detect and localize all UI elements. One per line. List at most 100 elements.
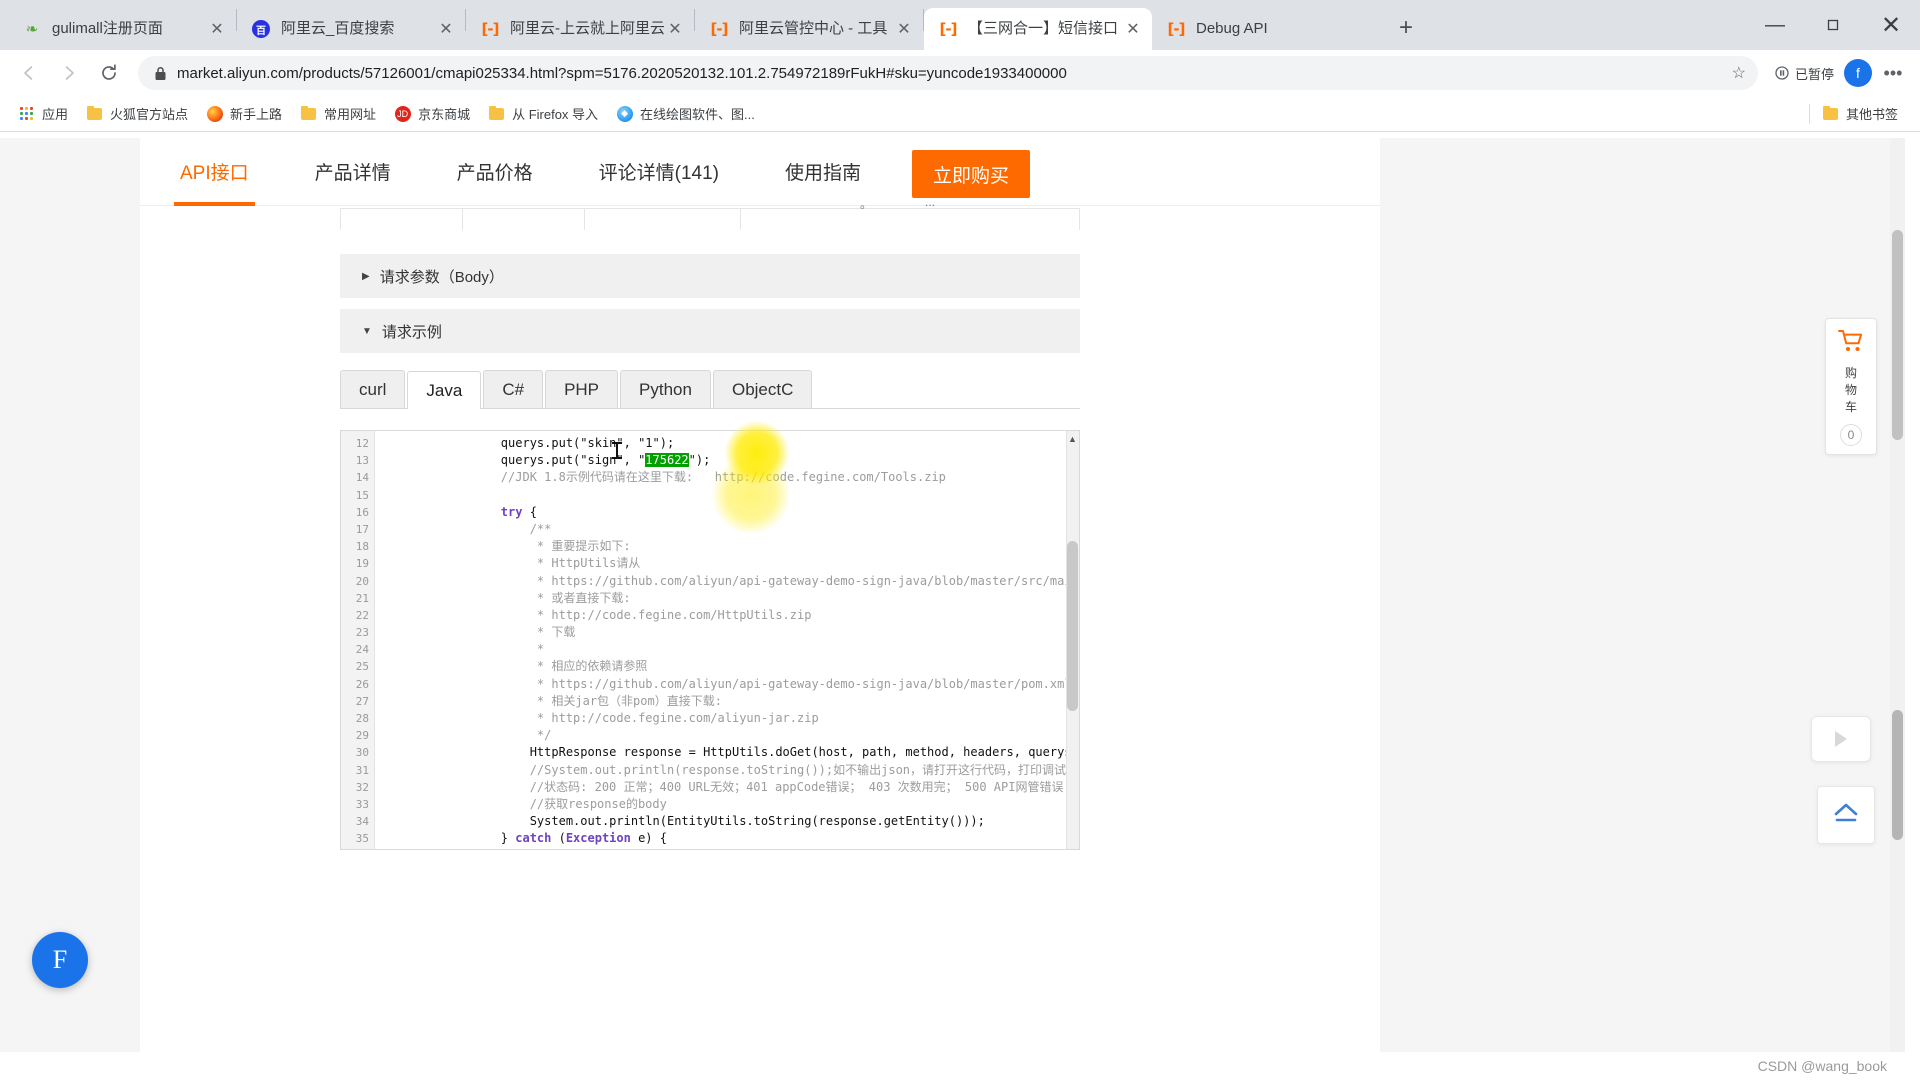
code-line-number: 24 xyxy=(355,643,369,657)
browser-window: ❧ gulimall注册页面 ✕ 百 阿里云_百度搜索 ✕ [-] 阿里云-上云… xyxy=(0,0,1920,1080)
page-viewport: API接口 产品详情 产品价格 评论详情(141) 使用指南 立即购买 。 ..… xyxy=(0,138,1920,1080)
code-scrollbar-thumb[interactable] xyxy=(1067,541,1078,711)
tab-close-icon[interactable]: ✕ xyxy=(1122,18,1144,40)
tab-title: 阿里云_百度搜索 xyxy=(281,20,395,37)
nav-tab-product-detail[interactable]: 产品详情 xyxy=(315,138,391,206)
bookmark-label: 应用 xyxy=(42,107,69,122)
lang-tab-objectc[interactable]: ObjectC xyxy=(712,370,813,408)
bookmarks-divider xyxy=(1808,103,1810,124)
window-controls: — ✕ xyxy=(1746,0,1920,50)
nav-tab-product-price[interactable]: 产品价格 xyxy=(457,138,533,206)
tab-close-icon[interactable]: ✕ xyxy=(206,18,228,40)
lang-tab-python[interactable]: Python xyxy=(620,370,711,408)
bookmark-online-drawing[interactable]: ◆ 在线绘图软件、图... xyxy=(608,101,763,127)
aliyun-icon: [-] xyxy=(481,20,500,38)
code-line: * 或者直接下载: xyxy=(443,590,631,605)
minimize-button[interactable]: — xyxy=(1746,0,1804,50)
page-scrollbar-thumb[interactable] xyxy=(1892,230,1903,440)
code-line: querys.put("sign", "175622"); xyxy=(443,453,711,468)
lang-tab-php[interactable]: PHP xyxy=(545,370,619,408)
browser-tab-4[interactable]: [-] 阿里云管控中心 - 工具 ✕ xyxy=(695,8,923,50)
bookmark-import-from-firefox[interactable]: 从 Firefox 导入 xyxy=(480,101,606,127)
code-line: HttpResponse response = HttpUtils.doGet(… xyxy=(443,745,1079,760)
bookmark-getting-started[interactable]: 新手上路 xyxy=(198,101,290,127)
address-bar[interactable]: market.aliyun.com/products/57126001/cmap… xyxy=(138,56,1758,90)
code-line: querys.put("skin", "1"); xyxy=(443,436,675,450)
page-scrollbar[interactable] xyxy=(1890,138,1905,1080)
code-scroll-up-icon[interactable]: ▲ xyxy=(1067,433,1078,445)
browser-tab-1[interactable]: ❧ gulimall注册页面 ✕ xyxy=(8,8,236,50)
code-line-number: 13 xyxy=(355,454,369,468)
code-line-number: 22 xyxy=(355,608,369,622)
code-scrollbar[interactable]: ▲ xyxy=(1066,431,1079,849)
buy-now-button[interactable]: 立即购买 xyxy=(912,150,1030,198)
reload-icon[interactable] xyxy=(92,56,126,90)
code-line: * 相关jar包（非pom）直接下载: xyxy=(443,693,722,708)
maximize-button[interactable] xyxy=(1804,0,1862,50)
bookmark-label: 其他书签 xyxy=(1845,107,1898,122)
other-bookmarks[interactable]: 其他书签 xyxy=(1808,101,1908,127)
shopping-cart-widget[interactable]: 购物车 0 xyxy=(1825,318,1877,455)
baidu-icon: 百 xyxy=(251,19,271,39)
nav-tab-reviews[interactable]: 评论详情(141) xyxy=(599,138,719,206)
lock-icon xyxy=(154,66,167,81)
firefox-icon xyxy=(206,105,223,122)
three-dots-icon[interactable]: • • • xyxy=(1878,56,1908,90)
close-window-button[interactable]: ✕ xyxy=(1862,0,1920,50)
feedback-fab-button[interactable]: F xyxy=(32,932,88,988)
code-line: } catch (Exception e) { xyxy=(443,831,667,846)
bookmark-common-sites[interactable]: 常用网址 xyxy=(292,101,384,127)
scroll-to-top-button[interactable] xyxy=(1817,786,1875,844)
code-line-number: 32 xyxy=(355,780,369,794)
play-triangle-icon xyxy=(1835,731,1847,747)
lang-tab-curl[interactable]: curl xyxy=(340,370,406,408)
tab-close-icon[interactable]: ✕ xyxy=(664,18,686,40)
code-line-number: 21 xyxy=(355,591,369,605)
back-arrow-icon[interactable] xyxy=(12,56,46,90)
code-line-number: 18 xyxy=(355,540,369,554)
scroll-to-top-icon xyxy=(1831,799,1861,832)
forward-arrow-icon[interactable] xyxy=(52,56,86,90)
nav-tab-usage-guide[interactable]: 使用指南 xyxy=(785,138,861,206)
bookmark-firefox-official[interactable]: 火狐官方站点 xyxy=(78,101,196,127)
code-line: /** xyxy=(443,521,552,536)
bookmark-apps[interactable]: 应用 xyxy=(10,101,76,127)
tab-close-icon[interactable]: ✕ xyxy=(435,18,457,40)
tab-title: gulimall注册页面 xyxy=(52,20,163,37)
code-line: System.out.println(EntityUtils.toString(… xyxy=(443,814,985,829)
accordion-request-params-body[interactable]: ▶ 请求参数（Body） xyxy=(340,254,1080,298)
sync-paused-badge[interactable]: 已暂停 xyxy=(1774,64,1834,83)
browser-tab-3[interactable]: [-] 阿里云-上云就上阿里云 ✕ xyxy=(466,8,694,50)
product-nav-tabs: API接口 产品详情 产品价格 评论详情(141) 使用指南 立即购买 xyxy=(140,138,1380,206)
bottom-bar xyxy=(0,1052,1920,1080)
page-scrollbar-thumb-secondary[interactable] xyxy=(1892,710,1903,840)
code-line-number: 34 xyxy=(355,815,369,829)
code-text[interactable]: querys.put("skin", "1"); querys.put("sig… xyxy=(375,431,1079,849)
lang-tab-java[interactable]: Java xyxy=(407,371,482,409)
code-line-number: 30 xyxy=(355,746,369,760)
video-play-widget[interactable] xyxy=(1811,716,1871,762)
lang-tab-csharp[interactable]: C# xyxy=(483,370,544,408)
folder-icon xyxy=(488,105,505,122)
new-tab-button[interactable]: + xyxy=(1388,10,1424,46)
code-example-block[interactable]: 12 13 14 15 16 17 18 19 20 21 22 23 24 25 26 27 28 29 30 31… xyxy=(340,430,1080,850)
browser-tab-6[interactable]: [-] Debug API xyxy=(1152,8,1380,50)
browser-tab-5-active[interactable]: [-] 【三网合一】短信接口 ✕ xyxy=(924,8,1152,50)
other-bookmarks-item[interactable]: 其他书签 xyxy=(1822,101,1906,127)
code-line: //JDK 1.8示例代码请在这里下载: http://code.fegine.… xyxy=(443,470,946,485)
folder-icon xyxy=(300,105,317,122)
browser-tab-2[interactable]: 百 阿里云_百度搜索 ✕ xyxy=(237,8,465,50)
tab-close-icon[interactable]: ✕ xyxy=(893,18,915,40)
avatar[interactable]: f xyxy=(1844,59,1872,87)
bookmark-jd[interactable]: JD 京东商城 xyxy=(386,101,478,127)
apps-grid-icon xyxy=(18,105,35,122)
code-line-number: 29 xyxy=(355,729,369,743)
nav-tab-api[interactable]: API接口 xyxy=(174,138,255,206)
code-line: * https://github.com/aliyun/api-gateway-… xyxy=(443,676,1072,691)
tab-title: 【三网合一】短信接口 xyxy=(968,20,1119,37)
star-icon[interactable]: ☆ xyxy=(1732,63,1746,83)
chevron-down-icon: ▼ xyxy=(362,325,372,337)
accordion-request-example[interactable]: ▼ 请求示例 xyxy=(340,309,1080,353)
watermark-text: CSDN @wang_book xyxy=(1757,1058,1887,1074)
